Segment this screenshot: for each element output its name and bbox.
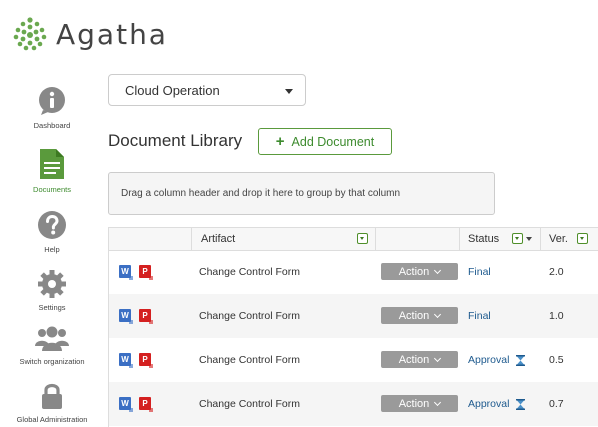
column-header-artifact[interactable]: Artifact <box>201 228 235 250</box>
word-file-icon[interactable]: W <box>119 397 133 412</box>
sidebar-item-global-administration[interactable]: Global Administration <box>0 382 104 424</box>
sidebar-item-dashboard[interactable]: Dashboard <box>0 86 104 130</box>
organization-select-value: Cloud Operation <box>125 82 220 98</box>
users-icon <box>35 326 69 351</box>
group-by-drop-zone[interactable]: Drag a column header and drop it here to… <box>108 172 495 215</box>
column-separator <box>459 228 460 250</box>
artifact-name: Change Control Form <box>199 398 300 410</box>
filter-icon[interactable] <box>512 233 523 244</box>
action-button[interactable]: Action <box>381 263 458 280</box>
pdf-file-icon[interactable]: P <box>139 265 153 280</box>
gear-icon <box>38 270 66 298</box>
version-value: 2.0 <box>549 266 564 278</box>
action-button[interactable]: Action <box>381 307 458 324</box>
word-file-icon[interactable]: W <box>119 265 133 280</box>
add-document-button[interactable]: + Add Document <box>258 128 392 155</box>
version-value: 0.5 <box>549 354 564 366</box>
filter-icon[interactable] <box>577 233 588 244</box>
page-title: Document Library <box>108 131 243 150</box>
logo-text: Agatha <box>56 17 168 51</box>
table-row[interactable]: W P Change Control Form Action Final 2.0 <box>109 250 598 294</box>
sidebar-item-label: Settings <box>38 303 66 312</box>
action-button[interactable]: Action <box>381 395 458 412</box>
hourglass-icon <box>516 354 526 366</box>
column-separator <box>540 228 541 250</box>
status-link[interactable]: Final <box>468 266 491 278</box>
column-header-status[interactable]: Status <box>468 228 499 250</box>
filter-icon[interactable] <box>357 233 368 244</box>
info-icon <box>39 87 65 115</box>
column-separator <box>191 228 192 250</box>
grid-header: Artifact Status Ver. <box>109 228 598 251</box>
word-file-icon[interactable]: W <box>119 353 133 368</box>
version-value: 0.7 <box>549 398 564 410</box>
sidebar-item-label: Documents <box>33 185 71 194</box>
question-icon <box>38 211 66 239</box>
organization-select[interactable]: Cloud Operation <box>108 74 306 106</box>
artifact-name: Change Control Form <box>199 310 300 322</box>
artifact-name: Change Control Form <box>199 266 300 278</box>
document-icon <box>40 149 64 179</box>
chevron-down-icon <box>434 310 442 318</box>
pdf-file-icon[interactable]: P <box>139 397 153 412</box>
sidebar-item-label: Dashboard <box>33 121 71 130</box>
pdf-file-icon[interactable]: P <box>139 353 153 368</box>
sidebar-item-help[interactable]: Help <box>0 210 104 254</box>
app-logo: Agatha <box>12 14 168 54</box>
group-by-hint: Drag a column header and drop it here to… <box>121 188 401 199</box>
logo-icon <box>13 17 47 51</box>
artifact-name: Change Control Form <box>199 354 300 366</box>
table-row[interactable]: W P Change Control Form Action Approval … <box>109 382 598 426</box>
status-link[interactable]: Approval <box>468 354 526 366</box>
chevron-down-icon <box>285 89 293 94</box>
column-separator <box>375 228 376 250</box>
sidebar-item-label: Switch organization <box>19 357 85 366</box>
column-header-version[interactable]: Ver. <box>549 228 568 250</box>
word-file-icon[interactable]: W <box>119 309 133 324</box>
sidebar-item-settings[interactable]: Settings <box>0 270 104 312</box>
sidebar-item-switch-organization[interactable]: Switch organization <box>0 324 104 366</box>
sidebar-item-label: Help <box>44 245 60 254</box>
table-row[interactable]: W P Change Control Form Action Approval … <box>109 338 598 382</box>
action-button[interactable]: Action <box>381 351 458 368</box>
lock-icon <box>42 383 62 409</box>
plus-icon: + <box>275 133 285 150</box>
version-value: 1.0 <box>549 310 564 322</box>
status-link[interactable]: Final <box>468 310 491 322</box>
table-row[interactable]: W P Change Control Form Action Final 1.0 <box>109 294 598 338</box>
sidebar-item-label: Global Administration <box>16 415 88 424</box>
chevron-down-icon <box>434 398 442 406</box>
add-document-label: Add Document <box>291 134 375 149</box>
chevron-down-icon <box>434 266 442 274</box>
document-grid: Artifact Status Ver. W P Change Control … <box>108 227 598 427</box>
sidebar-item-documents[interactable]: Documents <box>0 148 104 194</box>
chevron-down-icon <box>434 354 442 362</box>
hourglass-icon <box>516 398 526 410</box>
status-link[interactable]: Approval <box>468 398 526 410</box>
pdf-file-icon[interactable]: P <box>139 309 153 324</box>
sort-icon[interactable] <box>526 237 532 241</box>
